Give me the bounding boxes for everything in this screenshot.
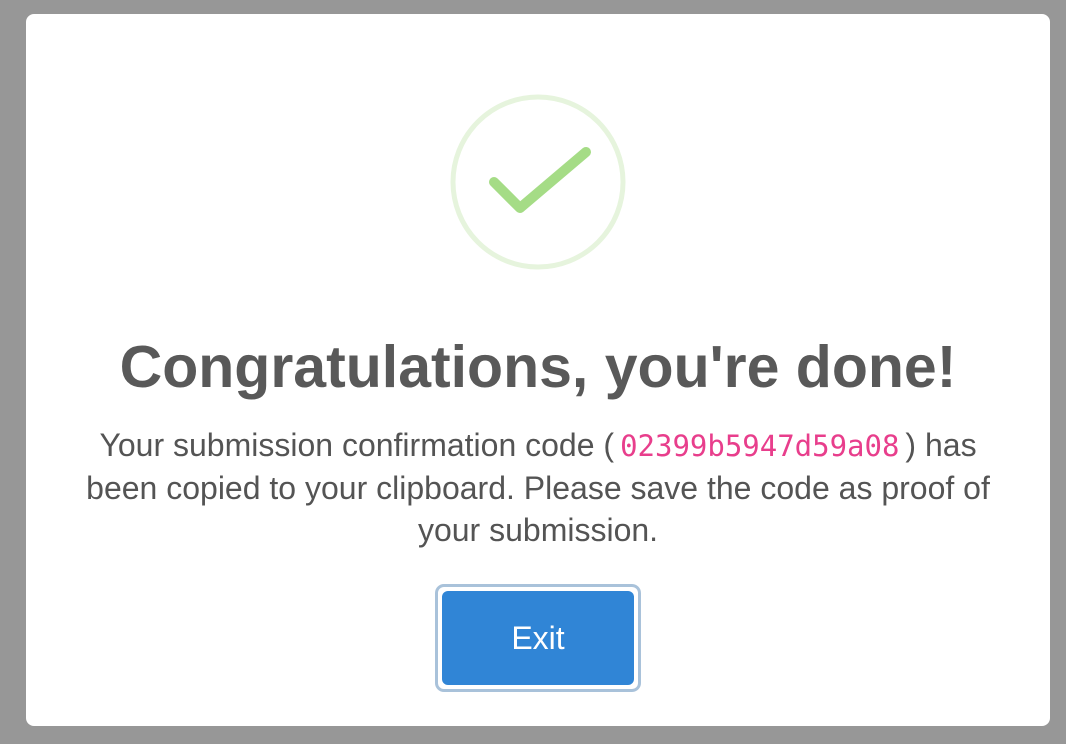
message-before-code: Your submission confirmation code ( — [99, 427, 615, 463]
dialog-title: Congratulations, you're done! — [119, 334, 957, 400]
confirmation-code: 02399b5947d59a08 — [620, 429, 900, 463]
dialog-message: Your submission confirmation code (02399… — [66, 424, 1010, 551]
success-dialog: Congratulations, you're done! Your submi… — [26, 14, 1050, 726]
success-check-icon — [450, 94, 626, 270]
exit-button[interactable]: Exit — [442, 591, 634, 685]
